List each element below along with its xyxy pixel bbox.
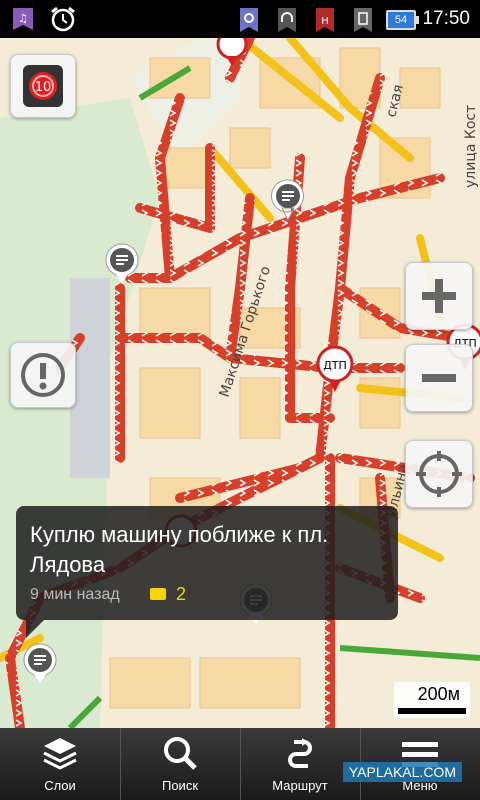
headset-icon	[278, 8, 296, 32]
zoom-out-button[interactable]	[405, 344, 473, 412]
route-icon	[288, 738, 312, 768]
status-bar: ♫ H 54 17:50	[0, 0, 480, 38]
tab-layers[interactable]: Слои	[0, 728, 121, 800]
traffic-level: 10	[35, 80, 52, 95]
accident-marker[interactable]: ДТП	[316, 346, 354, 394]
alarm-icon	[51, 6, 75, 32]
event-popup[interactable]: Куплю машину поближе к пл. Лядова 9 мин …	[16, 506, 398, 638]
comment-marker[interactable]	[104, 242, 140, 286]
clock: 17:50	[422, 8, 470, 29]
locate-button[interactable]	[405, 440, 473, 508]
gps-icon	[240, 8, 258, 32]
search-icon	[164, 737, 197, 770]
vibrate-icon	[354, 8, 372, 32]
comment-icon	[150, 588, 166, 600]
popup-time: 9 мин назад	[30, 586, 120, 603]
traffic-light-icon: 10	[23, 65, 63, 107]
popup-comment-count: 2	[176, 584, 187, 604]
compass-icon	[416, 451, 462, 497]
svg-text:H: H	[321, 16, 329, 27]
svg-text:улица Кост: улица Кост	[463, 105, 479, 188]
plus-icon	[422, 279, 456, 313]
battery-indicator: 54	[386, 10, 419, 30]
zoom-in-button[interactable]	[405, 262, 473, 330]
map-scale: 200м	[394, 682, 470, 718]
popup-title: Куплю машину поближе к пл. Лядова	[30, 522, 329, 577]
comment-marker[interactable]	[270, 178, 306, 222]
tab-label: Поиск	[161, 778, 199, 793]
layers-icon	[43, 738, 77, 770]
scale-label: 200м	[417, 684, 460, 704]
svg-text:♫: ♫	[18, 12, 28, 25]
network-icon: H	[316, 8, 334, 32]
report-event-button[interactable]	[10, 342, 76, 408]
accident-label: ДТП	[323, 359, 347, 372]
traffic-button[interactable]: 10	[10, 54, 76, 118]
watermark: YAPLAKAL.COM	[342, 762, 462, 782]
media-icon: ♫	[13, 8, 33, 30]
tab-label: Слои	[44, 778, 76, 793]
accident-marker[interactable]	[215, 38, 249, 68]
popup-tail	[26, 620, 44, 638]
tab-search[interactable]: Поиск	[120, 728, 241, 800]
comment-marker[interactable]	[22, 642, 58, 686]
scale-bar	[398, 708, 466, 714]
exclamation-icon	[21, 353, 65, 397]
minus-icon	[422, 374, 456, 382]
